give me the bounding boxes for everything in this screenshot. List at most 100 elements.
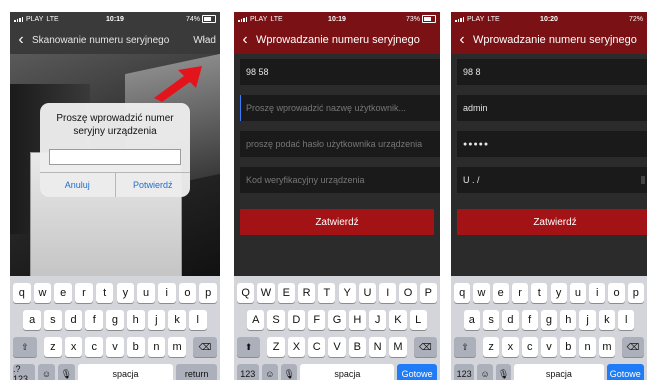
microphone-key-icon[interactable]: 🎙 <box>495 364 512 380</box>
key-f[interactable]: f <box>85 310 104 330</box>
key-i[interactable]: i <box>157 283 176 303</box>
key-j[interactable]: J <box>368 310 387 330</box>
space-key[interactable]: spacja <box>514 364 604 380</box>
key-f[interactable]: F <box>308 310 326 330</box>
key-v[interactable]: V <box>328 337 346 357</box>
key-s[interactable]: S <box>267 310 285 330</box>
key-g[interactable]: g <box>106 310 124 330</box>
key-x[interactable]: x <box>502 337 519 357</box>
return-key[interactable]: Gotowe <box>606 364 644 380</box>
key-i[interactable]: I <box>379 283 397 303</box>
key-r[interactable]: r <box>511 283 529 303</box>
key-m[interactable]: M <box>389 337 407 357</box>
key-v[interactable]: v <box>106 337 124 357</box>
space-key[interactable]: spacja <box>77 364 174 380</box>
key-a[interactable]: a <box>23 310 42 330</box>
key-r[interactable]: R <box>297 283 316 303</box>
key-e[interactable]: e <box>54 283 73 303</box>
delete-key-icon[interactable]: ⌫ <box>413 337 437 357</box>
manual-entry-link[interactable]: Wład <box>193 35 220 46</box>
key-t[interactable]: T <box>318 283 336 303</box>
key-h[interactable]: h <box>126 310 145 330</box>
key-n[interactable]: n <box>579 337 596 357</box>
key-d[interactable]: d <box>64 310 83 330</box>
shift-key-icon[interactable]: ⇧ <box>454 337 476 357</box>
emoji-key-icon[interactable]: ☺ <box>261 364 279 380</box>
key-x[interactable]: X <box>287 337 306 357</box>
key-d[interactable]: d <box>502 310 519 330</box>
key-q[interactable]: q <box>454 283 471 303</box>
serial-number-field[interactable]: 98 58 <box>240 59 440 85</box>
back-chevron-icon[interactable]: ‹ <box>451 32 473 48</box>
key-o[interactable]: o <box>178 283 197 303</box>
key-d[interactable]: D <box>287 310 306 330</box>
key-p[interactable]: P <box>419 283 437 303</box>
key-g[interactable]: g <box>540 310 558 330</box>
key-s[interactable]: s <box>482 310 500 330</box>
key-o[interactable]: O <box>399 283 417 303</box>
key-u[interactable]: u <box>569 283 587 303</box>
key-z[interactable]: z <box>482 337 500 357</box>
submit-button[interactable]: Zatwierdź <box>240 209 434 235</box>
key-l[interactable]: l <box>188 310 207 330</box>
key-c[interactable]: C <box>308 337 326 357</box>
key-w[interactable]: w <box>473 283 490 303</box>
verification-code-input[interactable]: U . / <box>457 167 647 193</box>
password-input[interactable]: proszę podać hasło użytkownika urządzeni… <box>240 131 440 157</box>
key-y[interactable]: y <box>550 283 567 303</box>
key-q[interactable]: q <box>13 283 31 303</box>
key-k[interactable]: K <box>389 310 407 330</box>
username-input[interactable]: Proszę wprowadzić nazwę użytkownik... <box>240 95 440 121</box>
key-c[interactable]: c <box>85 337 104 357</box>
username-input[interactable]: admin <box>457 95 647 121</box>
key-b[interactable]: b <box>126 337 145 357</box>
cancel-button[interactable]: Anuluj <box>40 173 115 197</box>
key-g[interactable]: G <box>328 310 346 330</box>
key-r[interactable]: r <box>75 283 93 303</box>
return-key[interactable]: return <box>176 364 217 380</box>
key-e[interactable]: e <box>492 283 509 303</box>
key-s[interactable]: s <box>44 310 62 330</box>
key-y[interactable]: y <box>116 283 135 303</box>
key-u[interactable]: U <box>358 283 377 303</box>
delete-key-icon[interactable]: ⌫ <box>193 337 217 357</box>
key-k[interactable]: k <box>598 310 616 330</box>
key-h[interactable]: h <box>560 310 577 330</box>
key-t[interactable]: t <box>531 283 548 303</box>
key-j[interactable]: j <box>147 310 166 330</box>
key-a[interactable]: a <box>463 310 480 330</box>
shift-key-icon[interactable]: ⬆ <box>237 337 261 357</box>
key-y[interactable]: Y <box>338 283 356 303</box>
key-l[interactable]: l <box>618 310 635 330</box>
key-q[interactable]: Q <box>237 283 255 303</box>
space-key[interactable]: spacja <box>300 364 395 380</box>
back-chevron-icon[interactable]: ‹ <box>234 32 256 48</box>
key-b[interactable]: b <box>560 337 577 357</box>
key-o[interactable]: o <box>608 283 625 303</box>
shift-key-icon[interactable]: ⇧ <box>13 337 37 357</box>
key-m[interactable]: m <box>168 337 186 357</box>
key-l[interactable]: L <box>409 310 427 330</box>
back-chevron-icon[interactable]: ‹ <box>10 32 32 48</box>
key-j[interactable]: j <box>579 310 596 330</box>
microphone-key-icon[interactable]: 🎙 <box>281 364 298 380</box>
key-w[interactable]: W <box>257 283 275 303</box>
key-w[interactable]: w <box>33 283 52 303</box>
key-b[interactable]: B <box>348 337 366 357</box>
confirm-button[interactable]: Potwierdź <box>114 173 191 197</box>
numbers-key[interactable]: 123 <box>237 364 259 380</box>
password-input[interactable]: ●●●●● <box>457 131 647 157</box>
key-i[interactable]: i <box>589 283 606 303</box>
key-x[interactable]: x <box>64 337 83 357</box>
verification-code-input[interactable]: Kod weryfikacyjny urządzenia <box>240 167 440 193</box>
key-m[interactable]: m <box>598 337 616 357</box>
key-a[interactable]: A <box>247 310 265 330</box>
key-p[interactable]: p <box>627 283 644 303</box>
key-e[interactable]: E <box>277 283 295 303</box>
numbers-key[interactable]: 123 <box>454 364 475 380</box>
key-t[interactable]: t <box>95 283 114 303</box>
microphone-key-icon[interactable]: 🎙 <box>57 364 75 380</box>
return-key[interactable]: Gotowe <box>397 364 437 380</box>
key-p[interactable]: p <box>199 283 217 303</box>
key-v[interactable]: v <box>540 337 558 357</box>
